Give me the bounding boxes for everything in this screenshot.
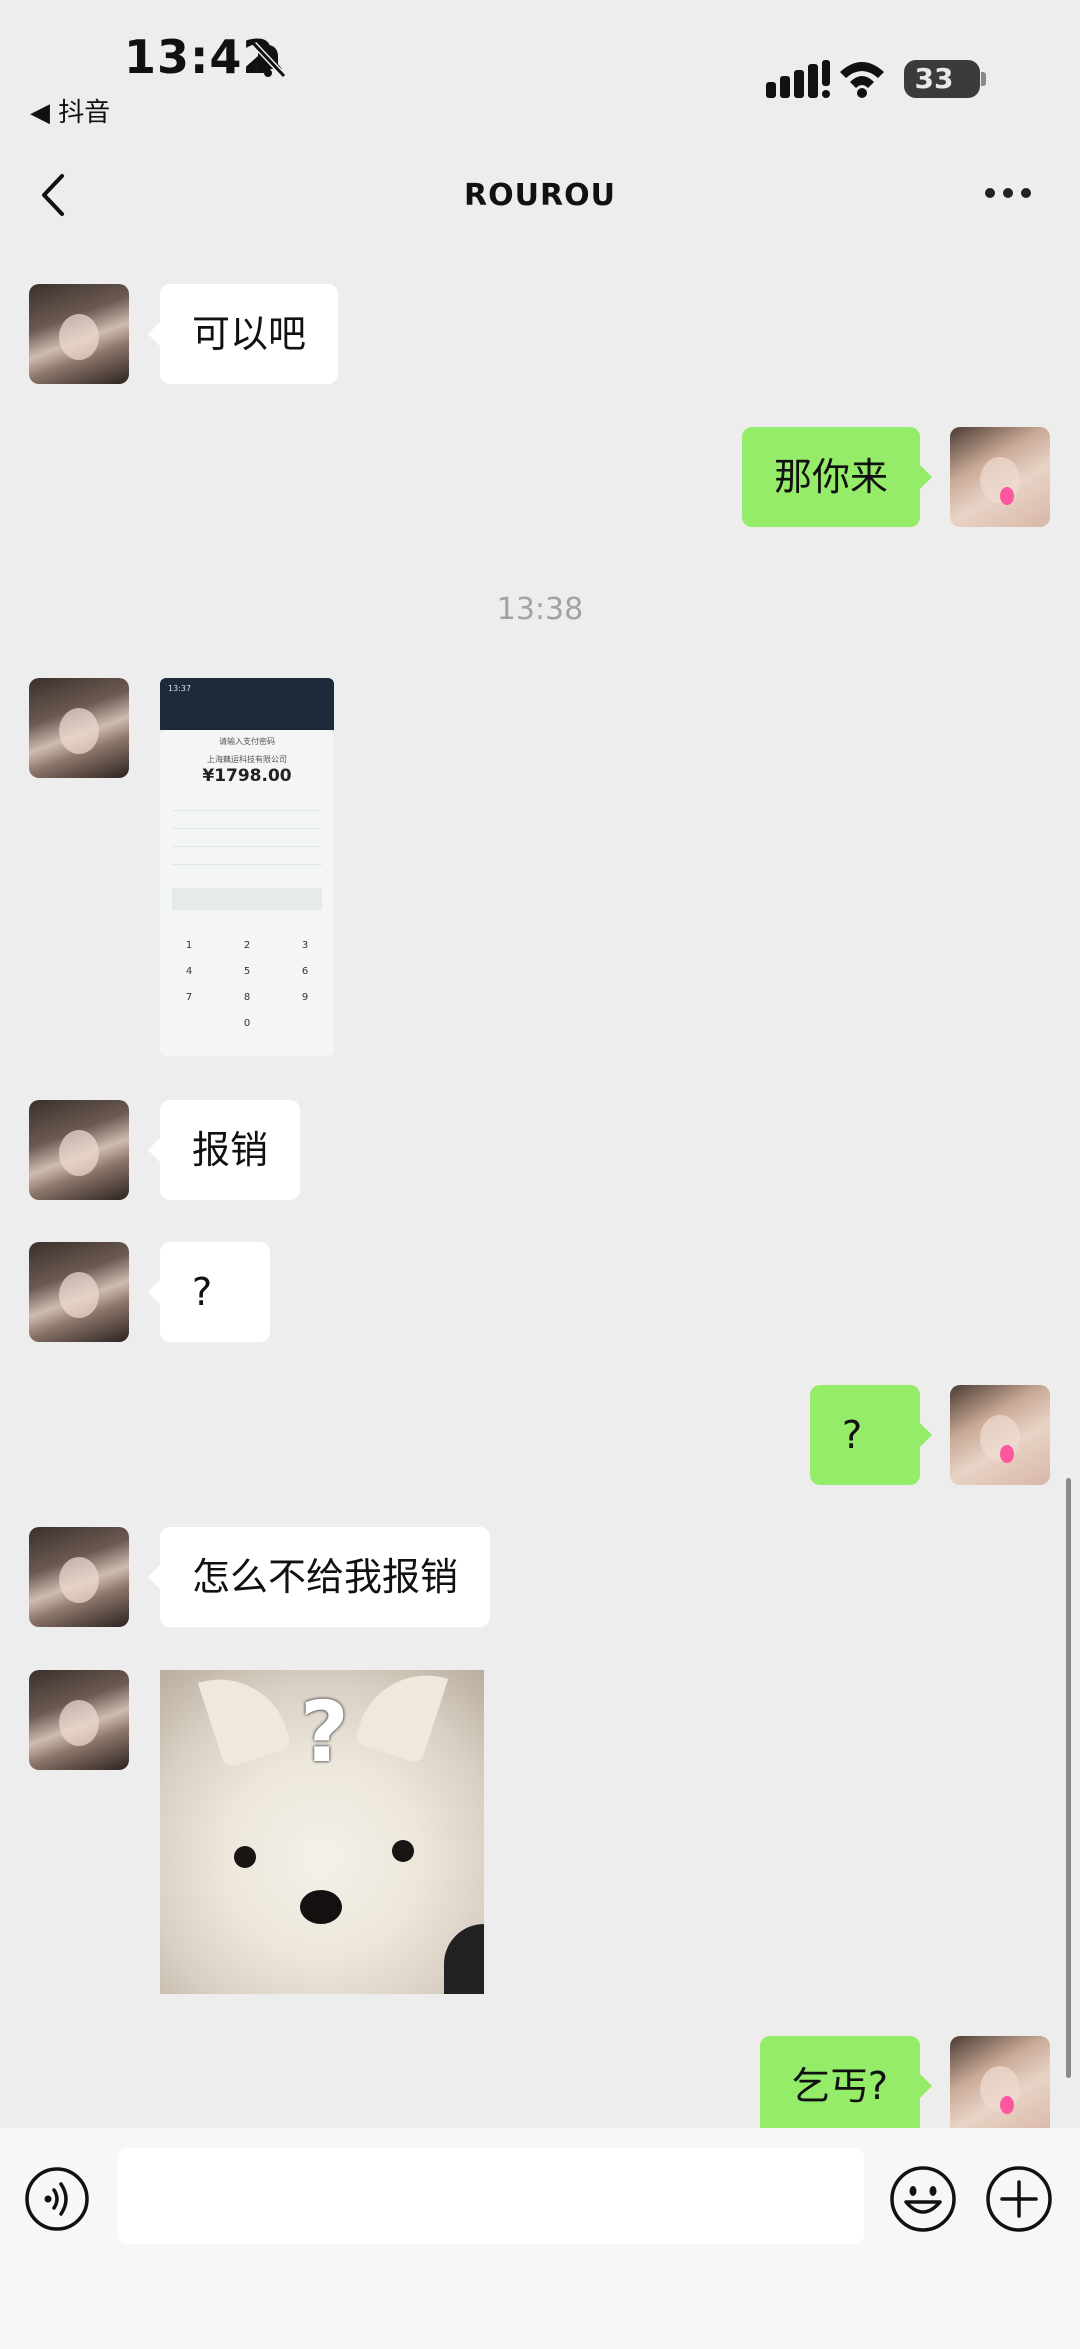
input-bar [0, 2128, 1080, 2349]
self-avatar[interactable] [950, 1385, 1050, 1485]
screenshot-key: 3 [301, 940, 309, 951]
contact-avatar[interactable] [29, 1242, 129, 1342]
message-bubble-received[interactable]: 怎么不给我报销 [147, 1527, 491, 1627]
dog-eye [392, 1840, 414, 1862]
self-avatar[interactable] [950, 2036, 1050, 2136]
screenshot-status-time: 13:37 [168, 684, 192, 693]
signal-icon [766, 60, 830, 98]
message-input[interactable] [118, 2148, 864, 2244]
screenshot-key: 6 [301, 966, 309, 977]
screenshot-company: 上海藕运科技有限公司 [207, 755, 287, 764]
back-to-app-link[interactable]: ◀ 抖音 [30, 92, 110, 129]
screenshot-key: 0 [243, 1018, 251, 1029]
contact-avatar[interactable] [29, 1670, 129, 1770]
wifi-icon [840, 62, 884, 98]
plus-icon[interactable] [984, 2164, 1054, 2234]
question-mark-icon: ? [300, 1683, 349, 1781]
message-bubble-received[interactable]: 可以吧 [147, 284, 339, 384]
message-bubble-sent[interactable]: 乞丐? [759, 2036, 933, 2136]
screenshot-key: 9 [301, 992, 309, 1003]
message-bubble-received[interactable]: ? [148, 1242, 270, 1342]
screenshot-key: 5 [243, 966, 251, 977]
emoji-icon[interactable] [888, 2164, 958, 2234]
dog-nose [300, 1890, 342, 1924]
voice-icon[interactable] [24, 2166, 90, 2232]
battery-icon: 33 [904, 60, 986, 98]
screenshot-key: 4 [185, 966, 193, 977]
screenshot-key: 7 [185, 992, 193, 1003]
contact-avatar[interactable] [29, 1527, 129, 1627]
dog-eye [234, 1846, 256, 1868]
message-bubble-sent[interactable]: 那你来 [741, 427, 933, 527]
chat-title: ROUROU [464, 178, 616, 213]
message-bubble-received[interactable]: 报销 [147, 1100, 301, 1200]
payment-screenshot-image[interactable]: 13:37 请输入支付密码 上海藕运科技有限公司 ¥1798.00 1 2 3 … [160, 678, 334, 1056]
puppy-sticker-image[interactable]: ? [160, 1670, 484, 1994]
scrollbar[interactable] [1066, 1478, 1071, 2078]
screenshot-key: 8 [243, 992, 251, 1003]
screenshot-key: 1 [185, 940, 193, 951]
chat-header: ROUROU [0, 140, 1080, 250]
message-timestamp: 13:38 [496, 592, 584, 627]
screenshot-key: 2 [243, 940, 251, 951]
more-icon[interactable] [985, 188, 1035, 202]
battery-level: 33 [914, 62, 954, 95]
self-avatar[interactable] [950, 427, 1050, 527]
contact-avatar[interactable] [29, 1100, 129, 1200]
status-bar: 13:42 ◀ 抖音 33 [0, 0, 1080, 140]
bell-off-icon [251, 41, 287, 79]
screenshot-amount: ¥1798.00 [202, 766, 292, 786]
contact-avatar[interactable] [29, 678, 129, 778]
contact-avatar[interactable] [29, 284, 129, 384]
screenshot-title: 请输入支付密码 [219, 737, 275, 746]
message-bubble-sent[interactable]: ? [810, 1385, 932, 1485]
